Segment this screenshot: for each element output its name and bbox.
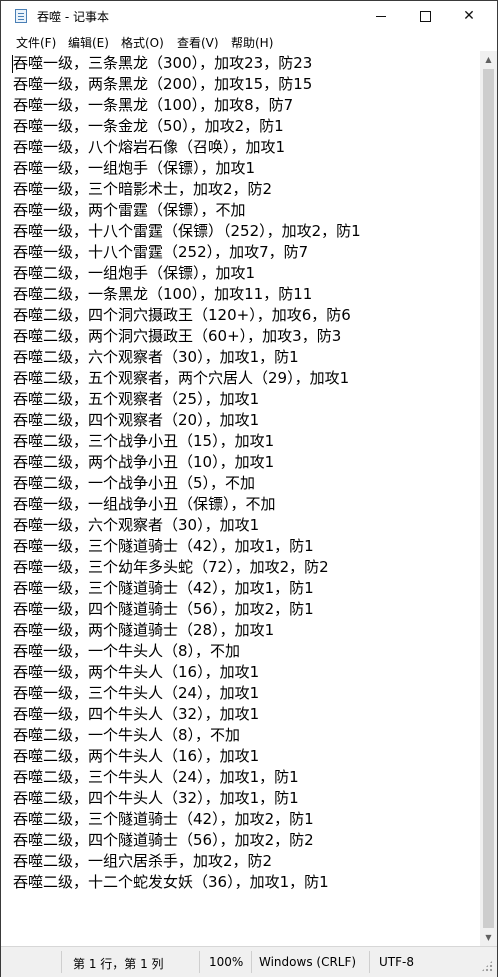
menu-file[interactable]: 文件(F) [16,34,56,51]
notepad-icon [15,9,27,23]
text-line: 吞噬一级，四个牛头人（32），加攻1 [13,705,260,723]
maximize-icon [419,10,431,22]
text-line: 吞噬一级，四个隧道骑士（56），加攻2，防1 [13,600,314,618]
scrollbar-thumb[interactable] [483,69,494,928]
status-divider [369,951,370,973]
text-line: 吞噬一级，两个牛头人（16），加攻1 [13,663,260,681]
text-line: 吞噬二级，五个观察者，两个穴居人（29），加攻1 [13,369,350,387]
zoom-level: 100% [209,955,244,969]
window-title: 吞噬 - 记事本 [37,10,109,24]
text-line: 吞噬一级，一个牛头人（8），不加 [13,642,241,660]
cursor-position: 第 1 行，第 1 列 [73,957,164,971]
minimize-icon [376,15,386,17]
status-bar: 第 1 行，第 1 列 100% Windows (CRLF) UTF-8 [1,946,497,977]
text-line: 吞噬二级，三个牛头人（24），加攻1，防1 [13,768,299,786]
text-line: 吞噬二级，三个战争小丑（15），加攻1 [13,432,275,450]
text-line: 吞噬二级，四个观察者（20），加攻1 [13,411,260,429]
text-line: 吞噬二级，六个观察者（30），加攻1，防1 [13,348,299,366]
text-line: 吞噬一级，三条黑龙（300），加攻23，防23 [13,54,313,72]
text-line: 吞噬二级，两个战争小丑（10），加攻1 [13,453,275,471]
text-line: 吞噬一级，一条金龙（50），加攻2，防1 [13,117,284,135]
text-caret [12,55,13,73]
scroll-down-icon[interactable]: ▼ [480,929,497,946]
notepad-window: 吞噬 - 记事本 ✕ 文件(F) 编辑(E) 格式(O) 查看(V) 帮助(H)… [0,0,498,977]
text-line: 吞噬一级，三个隧道骑士（42），加攻1，防1 [13,537,314,555]
text-line: 吞噬二级，十二个蛇发女妖（36），加攻1，防1 [13,873,329,891]
text-line: 吞噬二级，两个牛头人（16），加攻1 [13,747,260,765]
text-line: 吞噬二级，一条黑龙（100），加攻11，防11 [13,285,313,303]
text-line: 吞噬一级，十八个雷霆（252），加攻7，防7 [13,243,309,261]
text-line: 吞噬一级，三个牛头人（24），加攻1 [13,684,260,702]
text-line: 吞噬一级，十八个雷霆（保镖）（252），加攻2，防1 [13,222,361,240]
text-line: 吞噬一级，三个幼年多头蛇（72），加攻2，防2 [13,558,329,576]
line-ending: Windows (CRLF) [259,955,357,969]
encoding: UTF-8 [379,955,414,969]
maximize-button[interactable] [403,1,447,31]
text-line: 吞噬二级，一个战争小丑（5），不加 [13,474,256,492]
text-line: 吞噬一级，八个熔岩石像（召唤），加攻1 [13,138,286,156]
text-line: 吞噬一级，两个隧道骑士（28），加攻1 [13,621,275,639]
close-icon: ✕ [463,8,475,24]
menu-edit[interactable]: 编辑(E) [68,34,109,51]
text-line: 吞噬一级，一组战争小丑（保镖），不加 [13,495,276,513]
text-line: 吞噬一级，三个暗影术士，加攻2，防2 [13,180,273,198]
status-divider [61,951,62,973]
text-line: 吞噬二级，五个观察者（25），加攻1 [13,390,260,408]
text-line: 吞噬二级，三个隧道骑士（42），加攻2，防1 [13,810,314,828]
text-line: 吞噬二级，两个洞穴摄政王（60+），加攻3，防3 [13,327,342,345]
menu-help[interactable]: 帮助(H) [231,34,273,51]
text-line: 吞噬一级，一组炮手（保镖），加攻1 [13,159,256,177]
text-line: 吞噬二级，一个牛头人（8），不加 [13,726,241,744]
menu-view[interactable]: 查看(V) [177,34,219,51]
text-line: 吞噬二级，四个洞穴摄政王（120+），加攻6，防6 [13,306,351,324]
menu-bar: 文件(F) 编辑(E) 格式(O) 查看(V) 帮助(H) [1,31,497,51]
text-line: 吞噬一级，两条黑龙（200），加攻15，防15 [13,75,313,93]
text-line: 吞噬一级，六个观察者（30），加攻1 [13,516,260,534]
menu-format[interactable]: 格式(O) [121,34,164,51]
text-line: 吞噬一级，三个隧道骑士（42），加攻1，防1 [13,579,314,597]
vertical-scrollbar[interactable]: ▲ ▼ [480,51,497,946]
close-button[interactable]: ✕ [447,1,491,31]
status-divider [199,951,200,973]
text-line: 吞噬二级，四个隧道骑士（56），加攻2，防2 [13,831,314,849]
text-line: 吞噬一级，一条黑龙（100），加攻8，防7 [13,96,294,114]
resize-grip-icon[interactable] [481,960,493,972]
text-line: 吞噬二级，四个牛头人（32），加攻1，防1 [13,789,299,807]
text-line: 吞噬一级，两个雷霆（保镖），不加 [13,201,246,219]
status-divider [251,951,252,973]
text-editor-area[interactable]: 吞噬一级，三条黑龙（300），加攻23，防23 吞噬一级，两条黑龙（200），加攻… [1,51,480,946]
text-line: 吞噬二级，一组炮手（保镖），加攻1 [13,264,256,282]
scroll-up-icon[interactable]: ▲ [480,51,497,68]
text-line: 吞噬二级，一组穴居杀手，加攻2，防2 [13,852,273,870]
title-bar[interactable]: 吞噬 - 记事本 ✕ [1,1,497,31]
minimize-button[interactable] [359,1,403,31]
